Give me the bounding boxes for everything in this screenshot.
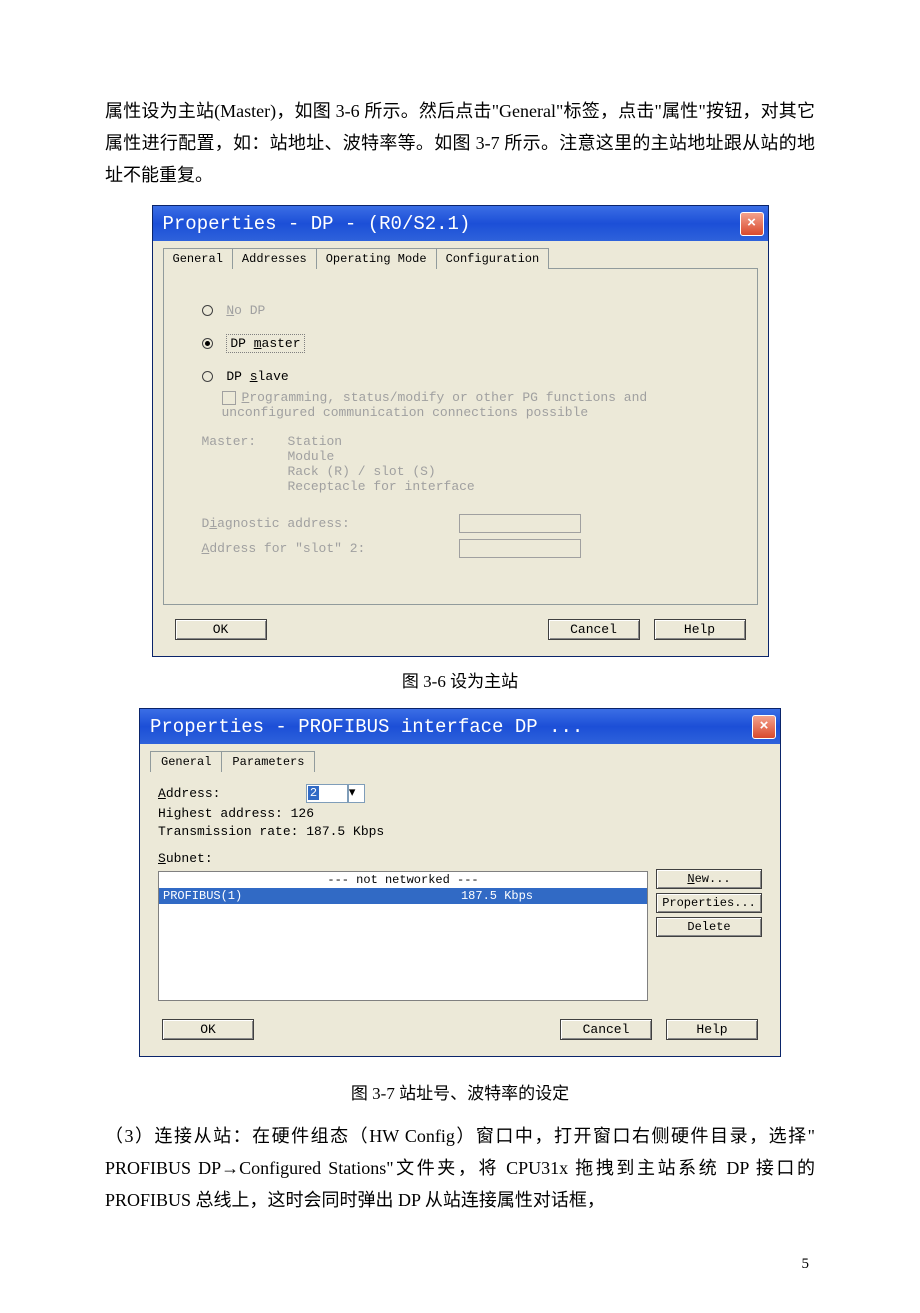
paragraph-1: 属性设为主站(Master)，如图 3-6 所示。然后点击"General"标签… — [105, 95, 815, 191]
chevron-down-icon[interactable]: ▾ — [348, 784, 365, 803]
list-item[interactable]: --- not networked --- — [159, 872, 647, 888]
help-button[interactable]: Help — [654, 619, 746, 640]
tab-general-2[interactable]: General — [150, 751, 222, 772]
ok-button[interactable]: OK — [175, 619, 267, 640]
address-slot2-row: Address for "slot" 2: — [202, 539, 733, 558]
title-dp: Properties - DP - (R0/S2.1) — [163, 213, 471, 235]
tab-addresses[interactable]: Addresses — [232, 248, 317, 269]
transmission-rate: Transmission rate: 187.5 Kbps — [158, 824, 762, 839]
list-item[interactable]: PROFIBUS(1)187.5 Kbps — [159, 888, 647, 904]
diagnostic-address-input — [459, 514, 581, 533]
diagnostic-address-row: Diagnostic address: — [202, 514, 733, 533]
cancel-button[interactable]: Cancel — [560, 1019, 652, 1040]
new-button[interactable]: New... — [656, 869, 762, 889]
dialog-profibus-interface: Properties - PROFIBUS interface DP ... ×… — [139, 708, 781, 1057]
checkbox-icon — [222, 391, 236, 405]
caption-fig-3-6: 图 3-6 设为主站 — [105, 667, 815, 692]
close-icon[interactable]: × — [740, 212, 764, 236]
highest-address: Highest address: 126 — [158, 806, 762, 821]
master-label: Master: — [202, 434, 288, 494]
cancel-button[interactable]: Cancel — [548, 619, 640, 640]
title-profibus: Properties - PROFIBUS interface DP ... — [150, 716, 583, 738]
master-station: Station — [288, 434, 475, 449]
address-slot2-input — [459, 539, 581, 558]
radio-icon — [202, 371, 213, 382]
page-number: 5 — [105, 1256, 815, 1273]
tabs-dp: GeneralAddressesOperating ModeConfigurat… — [153, 241, 768, 268]
titlebar-dp: Properties - DP - (R0/S2.1) × — [153, 206, 768, 241]
master-receptacle: Receptacle for interface — [288, 479, 475, 494]
caption-fig-3-7: 图 3-7 站址号、波特率的设定 — [105, 1079, 815, 1104]
radio-dp-master[interactable]: DP master — [202, 336, 733, 351]
ok-button[interactable]: OK — [162, 1019, 254, 1040]
subnet-list[interactable]: --- not networked --- PROFIBUS(1)187.5 K… — [158, 871, 648, 1001]
close-icon[interactable]: × — [752, 715, 776, 739]
titlebar-profibus: Properties - PROFIBUS interface DP ... × — [140, 709, 780, 744]
tab-operating-mode[interactable]: Operating Mode — [316, 248, 437, 269]
tab-configuration[interactable]: Configuration — [436, 248, 550, 269]
tabs-profibus: GeneralParameters — [140, 744, 780, 771]
delete-button[interactable]: Delete — [656, 917, 762, 937]
address-row: Address: 2 ▾ — [158, 784, 762, 803]
dialog-properties-dp: Properties - DP - (R0/S2.1) × GeneralAdd… — [152, 205, 769, 657]
radio-no-dp[interactable]: No DP — [202, 303, 733, 318]
master-module: Module — [288, 449, 475, 464]
tab-parameters[interactable]: Parameters — [221, 751, 315, 772]
radio-icon — [202, 305, 213, 316]
radio-dp-slave[interactable]: DP slave — [202, 369, 733, 384]
properties-button[interactable]: Properties... — [656, 893, 762, 913]
tab-general[interactable]: General — [163, 248, 233, 269]
help-button[interactable]: Help — [666, 1019, 758, 1040]
checkbox-programming: Programming, status/modify or other PG f… — [222, 390, 733, 420]
paragraph-2: （3）连接从站：在硬件组态（HW Config）窗口中，打开窗口右侧硬件目录，选… — [105, 1120, 815, 1216]
master-rack-slot: Rack (R) / slot (S) — [288, 464, 475, 479]
address-select[interactable]: 2 — [306, 784, 348, 803]
subnet-label: Subnet: — [158, 851, 762, 866]
tabpanel-operating: No DP DP master DP slave Programming, st… — [163, 268, 758, 605]
radio-icon — [202, 338, 213, 349]
